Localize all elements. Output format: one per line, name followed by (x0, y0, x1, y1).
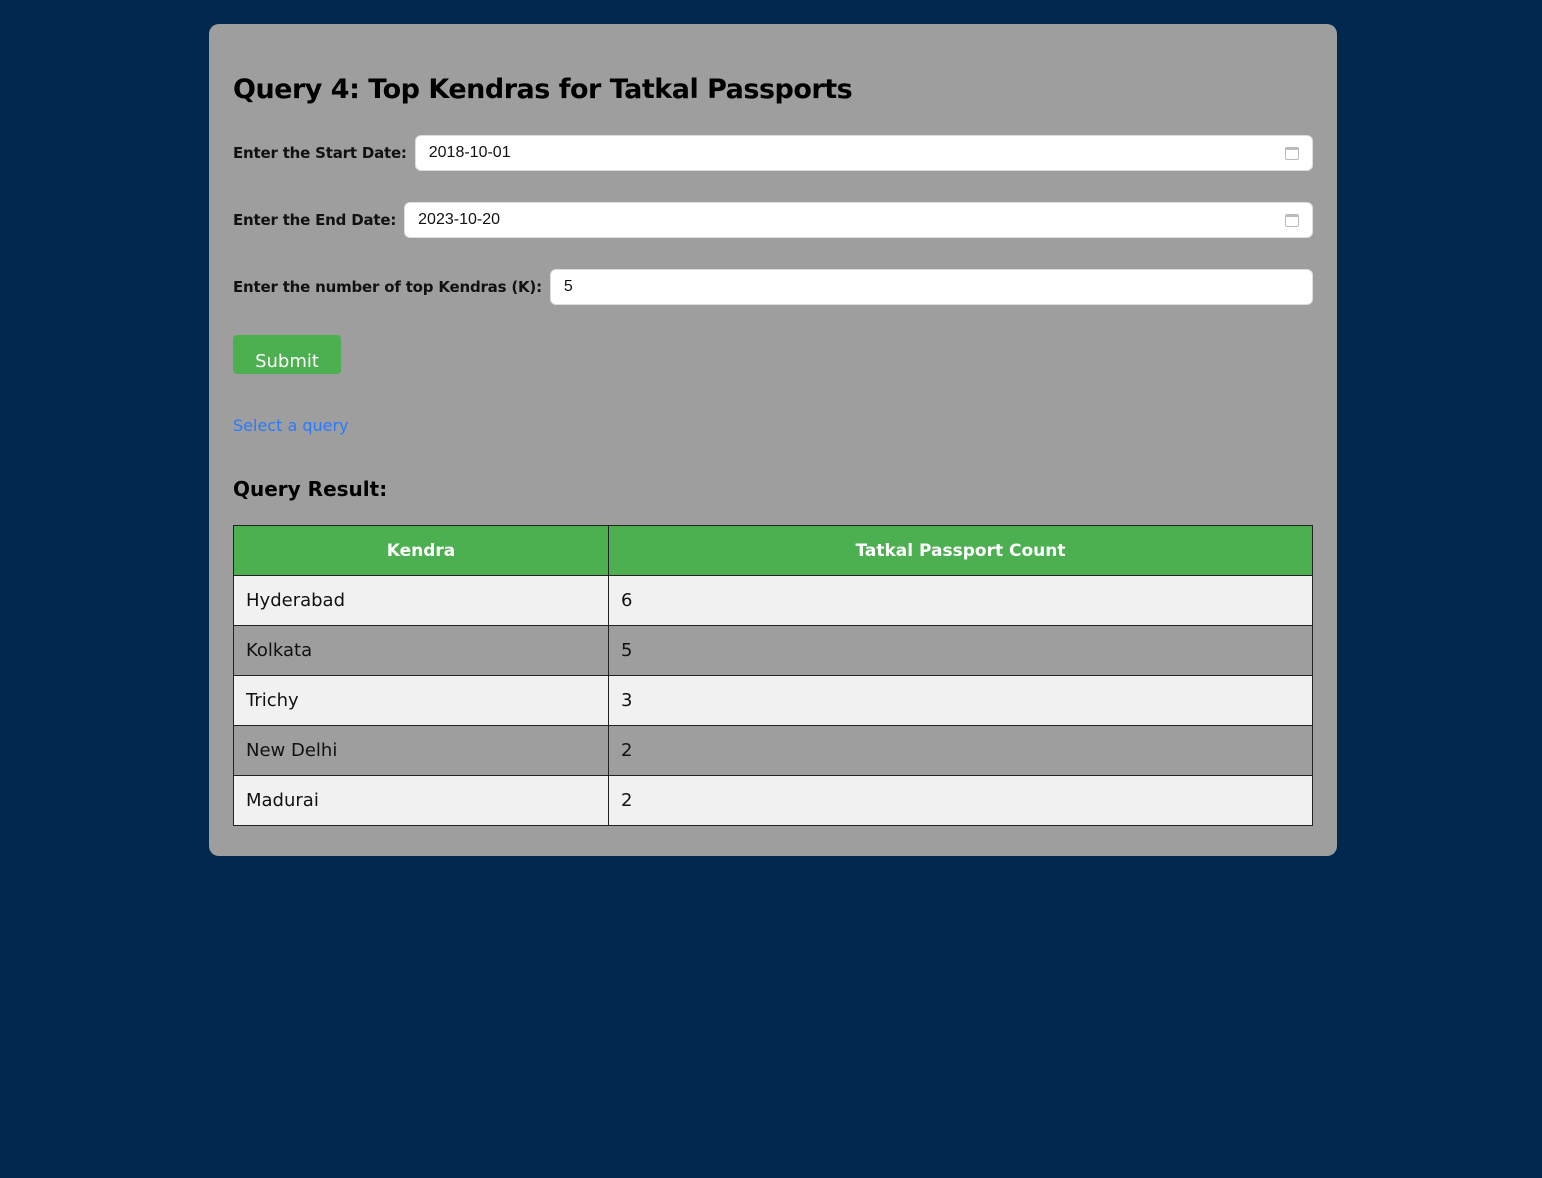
page-title: Query 4: Top Kendras for Tatkal Passport… (233, 74, 853, 105)
calendar-icon[interactable] (1285, 146, 1299, 160)
calendar-icon[interactable] (1285, 213, 1299, 227)
table-row: Madurai 2 (233, 775, 1313, 826)
start-date-row: Enter the Start Date: 2018-10-01 (233, 134, 1313, 172)
table-row: New Delhi 2 (233, 725, 1313, 776)
count-cell: 2 (608, 725, 1313, 776)
table-row: Trichy 3 (233, 675, 1313, 726)
count-cell: 3 (608, 675, 1313, 726)
start-date-value: 2018-10-01 (428, 144, 511, 161)
top-k-value: 5 (563, 278, 573, 295)
start-date-label: Enter the Start Date: (233, 144, 407, 162)
end-date-row: Enter the End Date: 2023-10-20 (233, 201, 1313, 239)
kendra-cell: Kolkata (233, 625, 609, 676)
column-header-count: Tatkal Passport Count (608, 525, 1313, 576)
end-date-input[interactable]: 2023-10-20 (404, 202, 1313, 238)
top-k-input[interactable]: 5 (549, 269, 1313, 305)
kendra-cell: Hyderabad (233, 575, 609, 626)
kendra-cell: Madurai (233, 775, 609, 826)
top-k-row: Enter the number of top Kendras (K): 5 (233, 268, 1313, 306)
start-date-input[interactable]: 2018-10-01 (414, 135, 1313, 171)
result-title: Query Result: (233, 477, 388, 501)
count-cell: 2 (608, 775, 1313, 826)
table-row: Hyderabad 6 (233, 575, 1313, 626)
select-query-link[interactable]: Select a query (233, 416, 349, 435)
column-header-kendra: Kendra (233, 525, 609, 576)
count-cell: 6 (608, 575, 1313, 626)
query-card: Query 4: Top Kendras for Tatkal Passport… (209, 24, 1337, 856)
top-k-label: Enter the number of top Kendras (K): (233, 278, 542, 296)
table-header-row: Kendra Tatkal Passport Count (233, 525, 1313, 576)
count-cell: 5 (608, 625, 1313, 676)
table-row: Kolkata 5 (233, 625, 1313, 676)
end-date-value: 2023-10-20 (418, 211, 500, 228)
result-table: Kendra Tatkal Passport Count Hyderabad 6 … (233, 525, 1313, 826)
end-date-label: Enter the End Date: (233, 211, 397, 229)
kendra-cell: Trichy (233, 675, 609, 726)
kendra-cell: New Delhi (233, 725, 609, 776)
submit-button[interactable]: Submit (233, 335, 341, 374)
